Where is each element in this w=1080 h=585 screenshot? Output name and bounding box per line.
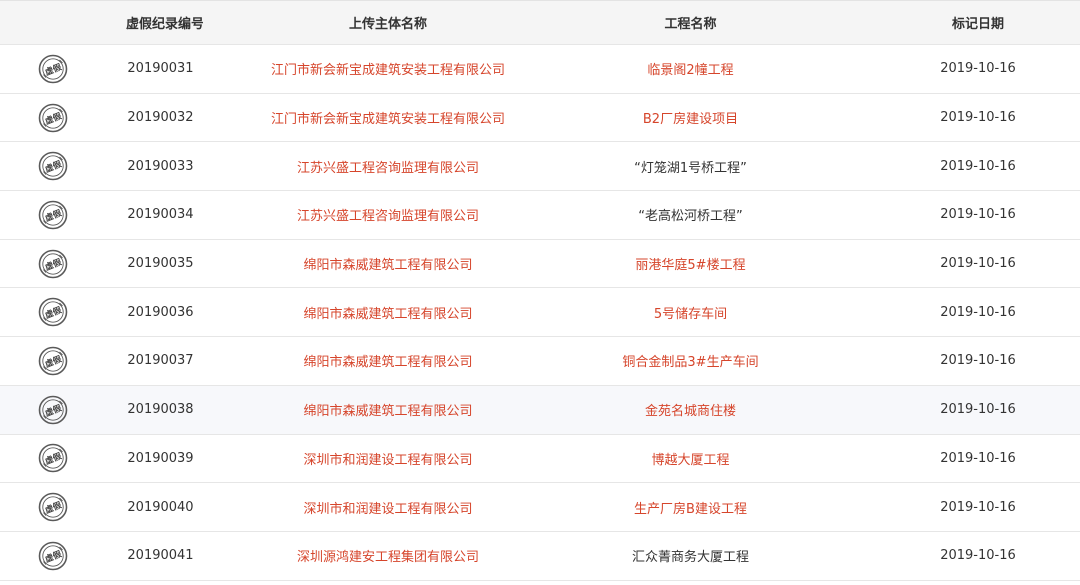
table-row: 虚假 20190036 绵阳市森威建筑工程有限公司 5号储存车间 2019-10… bbox=[0, 288, 1080, 338]
stamp-cell: 虚假 bbox=[0, 151, 78, 181]
stamp-cell: 虚假 bbox=[0, 346, 78, 376]
table-row: 虚假 20190035 绵阳市森威建筑工程有限公司 丽港华庭5#楼工程 2019… bbox=[0, 239, 1080, 289]
project-name: 汇众菁商务大厦工程 bbox=[631, 550, 749, 566]
stamp-cell: 虚假 bbox=[0, 200, 78, 230]
stamp-cell: 虚假 bbox=[0, 54, 78, 84]
table-header: 虚假纪录编号 上传主体名称 工程名称 标记日期 bbox=[0, 1, 1080, 45]
fake-stamp-icon: 虚假 bbox=[38, 395, 68, 424]
project-link[interactable]: B2厂房建设项目 bbox=[573, 108, 808, 127]
company-link[interactable]: 深圳源鸿建安工程集团有限公司 bbox=[203, 546, 573, 565]
header-company: 上传主体名称 bbox=[348, 17, 427, 32]
record-id: 20190035 bbox=[127, 256, 194, 272]
fake-stamp-icon: 虚假 bbox=[38, 54, 68, 84]
mark-date: 2019-10-16 bbox=[940, 207, 1016, 223]
fake-records-table: 虚假纪录编号 上传主体名称 工程名称 标记日期 虚假 20190031 江门市新… bbox=[0, 0, 1080, 581]
company-link[interactable]: 江苏兴盛工程咨询监理有限公司 bbox=[203, 205, 573, 224]
record-id: 20190039 bbox=[127, 450, 194, 466]
table-body: 虚假 20190031 江门市新会新宝成建筑安装工程有限公司 临景阁2幢工程 2… bbox=[0, 45, 1080, 581]
record-id: 20190036 bbox=[127, 304, 194, 320]
table-row: 虚假 20190032 江门市新会新宝成建筑安装工程有限公司 B2厂房建设项目 … bbox=[0, 93, 1080, 143]
mark-date: 2019-10-16 bbox=[940, 402, 1016, 418]
company-link[interactable]: 江苏兴盛工程咨询监理有限公司 bbox=[203, 157, 573, 176]
record-id: 20190031 bbox=[127, 61, 194, 77]
record-id: 20190038 bbox=[127, 402, 194, 418]
stamp-cell: 虚假 bbox=[0, 103, 78, 133]
mark-date: 2019-10-16 bbox=[940, 499, 1016, 515]
fake-stamp-icon: 虚假 bbox=[38, 297, 68, 327]
project-link[interactable]: 5号储存车间 bbox=[573, 303, 808, 322]
company-link[interactable]: 绵阳市森威建筑工程有限公司 bbox=[203, 400, 573, 419]
stamp-cell: 虚假 bbox=[0, 249, 78, 279]
fake-stamp-icon: 虚假 bbox=[38, 200, 68, 230]
header-date: 标记日期 bbox=[951, 17, 1004, 32]
record-id: 20190033 bbox=[127, 158, 194, 174]
project-name: “灯笼湖1号桥工程” bbox=[634, 160, 747, 176]
mark-date: 2019-10-16 bbox=[940, 353, 1016, 369]
fake-stamp-icon: 虚假 bbox=[38, 103, 68, 132]
table-row: 虚假 20190037 绵阳市森威建筑工程有限公司 铜合金制品3#生产车间 20… bbox=[0, 337, 1080, 386]
record-id: 20190032 bbox=[127, 110, 194, 126]
record-id: 20190040 bbox=[127, 499, 194, 515]
company-link[interactable]: 绵阳市森威建筑工程有限公司 bbox=[203, 254, 573, 273]
mark-date: 2019-10-16 bbox=[940, 158, 1016, 174]
stamp-cell: 虚假 bbox=[0, 541, 78, 571]
project-link[interactable]: 金苑名城商住楼 bbox=[573, 400, 808, 419]
company-link[interactable]: 绵阳市森威建筑工程有限公司 bbox=[203, 303, 573, 322]
project-link[interactable]: 丽港华庭5#楼工程 bbox=[573, 254, 808, 273]
project-link[interactable]: 生产厂房B建设工程 bbox=[573, 498, 808, 517]
table-row: 虚假 20190041 深圳源鸿建安工程集团有限公司 汇众菁商务大厦工程 201… bbox=[0, 531, 1080, 581]
record-id: 20190037 bbox=[127, 353, 194, 369]
fake-stamp-icon: 虚假 bbox=[38, 541, 68, 571]
fake-stamp-icon: 虚假 bbox=[38, 444, 68, 473]
fake-stamp-icon: 虚假 bbox=[38, 492, 68, 522]
header-record-id: 虚假纪录编号 bbox=[126, 17, 203, 32]
stamp-cell: 虚假 bbox=[0, 395, 78, 425]
table-row: 虚假 20190039 深圳市和润建设工程有限公司 博越大厦工程 2019-10… bbox=[0, 434, 1080, 484]
table-row: 虚假 20190034 江苏兴盛工程咨询监理有限公司 “老高松河桥工程” 201… bbox=[0, 191, 1080, 240]
table-row: 虚假 20190038 绵阳市森威建筑工程有限公司 金苑名城商住楼 2019-1… bbox=[0, 385, 1080, 435]
project-link[interactable]: 临景阁2幢工程 bbox=[573, 59, 808, 78]
table-row: 虚假 20190031 江门市新会新宝成建筑安装工程有限公司 临景阁2幢工程 2… bbox=[0, 45, 1080, 94]
company-link[interactable]: 绵阳市森威建筑工程有限公司 bbox=[203, 351, 573, 370]
fake-stamp-icon: 虚假 bbox=[38, 151, 68, 181]
project-link[interactable]: 博越大厦工程 bbox=[573, 449, 808, 468]
header-project: 工程名称 bbox=[664, 17, 717, 32]
company-link[interactable]: 江门市新会新宝成建筑安装工程有限公司 bbox=[203, 108, 573, 127]
mark-date: 2019-10-16 bbox=[940, 110, 1016, 126]
mark-date: 2019-10-16 bbox=[940, 304, 1016, 320]
stamp-cell: 虚假 bbox=[0, 492, 78, 522]
table-row: 虚假 20190040 深圳市和润建设工程有限公司 生产厂房B建设工程 2019… bbox=[0, 483, 1080, 532]
mark-date: 2019-10-16 bbox=[940, 450, 1016, 466]
table-row: 虚假 20190033 江苏兴盛工程咨询监理有限公司 “灯笼湖1号桥工程” 20… bbox=[0, 142, 1080, 192]
record-id: 20190041 bbox=[127, 548, 194, 564]
mark-date: 2019-10-16 bbox=[940, 61, 1016, 77]
stamp-cell: 虚假 bbox=[0, 443, 78, 473]
fake-stamp-icon: 虚假 bbox=[38, 249, 68, 278]
project-link[interactable]: 铜合金制品3#生产车间 bbox=[573, 351, 808, 370]
company-link[interactable]: 江门市新会新宝成建筑安装工程有限公司 bbox=[203, 59, 573, 78]
company-link[interactable]: 深圳市和润建设工程有限公司 bbox=[203, 449, 573, 468]
mark-date: 2019-10-16 bbox=[940, 548, 1016, 564]
project-name: “老高松河桥工程” bbox=[638, 209, 743, 225]
fake-stamp-icon: 虚假 bbox=[38, 346, 68, 376]
stamp-cell: 虚假 bbox=[0, 297, 78, 327]
company-link[interactable]: 深圳市和润建设工程有限公司 bbox=[203, 498, 573, 517]
record-id: 20190034 bbox=[127, 207, 194, 223]
mark-date: 2019-10-16 bbox=[940, 256, 1016, 272]
